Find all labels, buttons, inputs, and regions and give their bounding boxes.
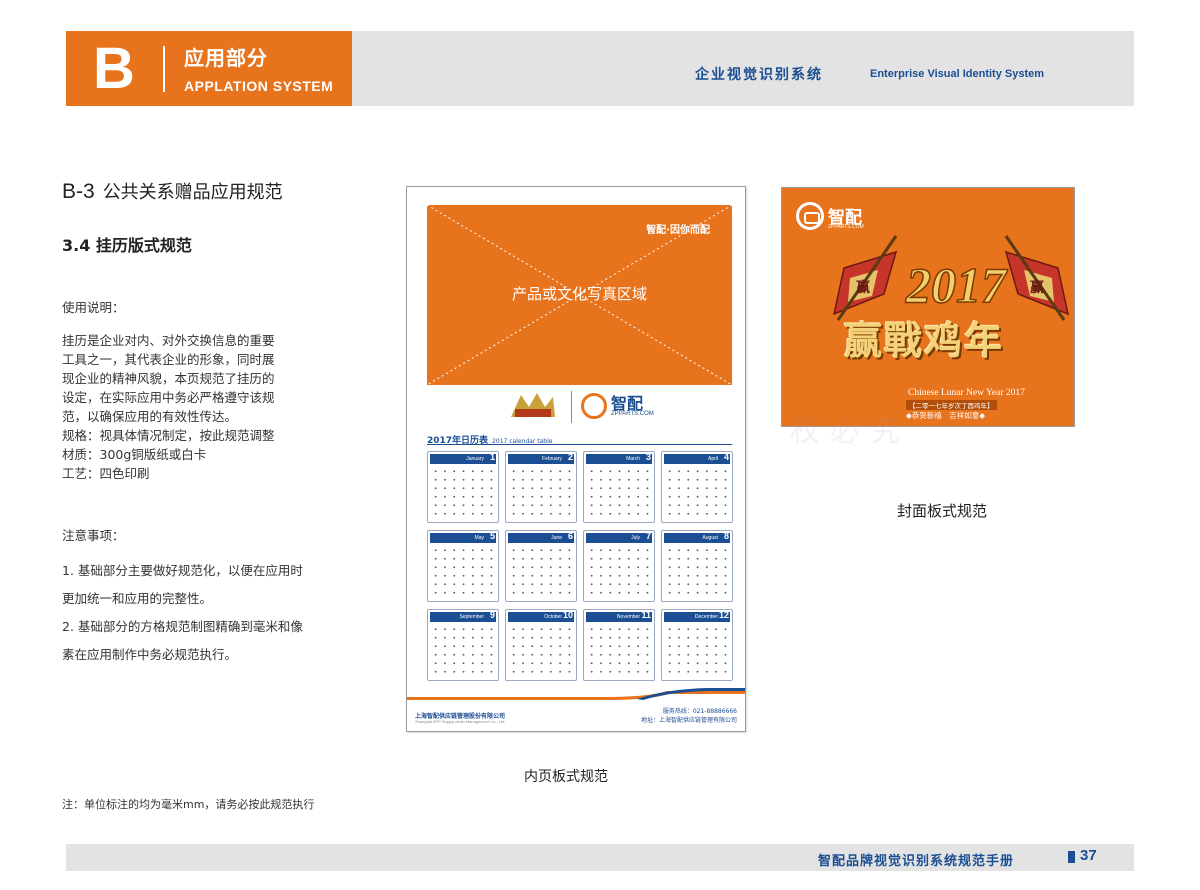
cover-caption: 封面板式规范 — [897, 502, 988, 520]
spec-line: 规格：视具体情况制定，按此规范调整 — [62, 428, 275, 443]
section-letter: B — [93, 36, 135, 101]
page-number: 37 — [1080, 847, 1097, 864]
brand-badge-icon — [581, 393, 607, 419]
cover-headline: 赢戰鸡年 — [844, 318, 1005, 363]
brand-badge-icon — [796, 202, 824, 230]
month-card: September 9 — [427, 609, 499, 681]
system-title-cn: 企业视觉识别系统 — [695, 67, 823, 83]
section-title: B-3 公共关系赠品应用规范 — [62, 178, 283, 204]
usage-line: 挂历是企业对内、对外交换信息的重要 — [62, 333, 275, 348]
flag-char-right: 赢 — [1030, 279, 1044, 296]
footnote: 注：单位标注的均为毫米mm，请务必按此规范执行 — [62, 798, 315, 811]
month-card: August 8 — [661, 530, 733, 602]
month-card: April 4 — [661, 451, 733, 523]
photo-area-label: 产品或文化写真区域 — [511, 285, 647, 303]
section-name-cn: 应用部分 — [184, 46, 268, 70]
month-card: February 2 — [505, 451, 577, 523]
photo-area: 智配·因你而配 产品或文化写真区域 — [427, 205, 732, 385]
cover-greeting: ◆恭贺新禧 吉祥如意◆ — [906, 411, 986, 420]
usage-paragraph: 挂历是企业对内、对外交换信息的重要 工具之一，其代表企业的形象，同时展 现企业的… — [62, 331, 275, 483]
spec-line: 工艺：四色印刷 — [62, 466, 150, 481]
calendar-logos: 智配 ZPPARTS.COM — [507, 387, 667, 427]
cover-logo-url: ZPPARTS.COM — [828, 224, 864, 230]
month-card: May 5 — [427, 530, 499, 602]
usage-line: 范，以确保应用的有效性传达。 — [62, 409, 238, 424]
cover-year-line: 【二零一七年岁次丁酉鸡年】 — [906, 400, 997, 410]
manual-title: 智配品牌视觉识别系统规范手册 — [818, 854, 1015, 869]
month-card: January 1 — [427, 451, 499, 523]
month-card: June 6 — [505, 530, 577, 602]
usage-line: 工具之一，其代表企业的形象，同时展 — [62, 352, 275, 367]
month-card: October 10 — [505, 609, 577, 681]
notes-list: 1. 基础部分主要做好规范化，以便在应用时 更加统一和应用的完整性。 2. 基础… — [62, 557, 303, 669]
cover-english-line: Chinese Lunar New Year 2017 — [908, 388, 1025, 398]
section-divider — [163, 46, 165, 92]
logo-divider — [571, 391, 572, 423]
calendar-inner-page: 智配·因你而配 产品或文化写真区域 智配 ZPPARTS.COM 2017年日历… — [406, 186, 746, 732]
month-card: March 3 — [583, 451, 655, 523]
section-name-en: APPLATION SYSTEM — [184, 78, 334, 94]
calendar-contact: 服务热线：021-88886666 地址：上海智配供应链管理有限公司 — [641, 707, 737, 725]
usage-line: 设定，在实际应用中务必严格遵守该规 — [62, 390, 275, 405]
new-year-emblem — [511, 393, 555, 417]
year-art: 2017 — [905, 257, 1008, 313]
note-line: 2. 基础部分的方格规范制图精确到毫米和像 — [62, 619, 303, 634]
page-subtitle: 3.4 挂历版式规范 — [62, 236, 192, 255]
section-title-text: 公共关系赠品应用规范 — [102, 182, 283, 203]
system-title-en: Enterprise Visual Identity System — [870, 68, 1045, 80]
month-card: November 11 — [583, 609, 655, 681]
month-card: December 12 — [661, 609, 733, 681]
hotline: 服务热线：021-88886666 — [662, 708, 737, 715]
inner-page-caption: 内页板式规范 — [524, 769, 608, 785]
address: 地址：上海智配供应链管理有限公司 — [640, 717, 737, 724]
calendar-slogan: 智配·因你而配 — [646, 225, 710, 236]
usage-heading: 使用说明： — [62, 300, 125, 315]
page-marker-icon — [1068, 851, 1075, 863]
note-line: 更加统一和应用的完整性。 — [62, 591, 213, 606]
watermark: 权必究 — [790, 414, 910, 449]
footer-stripe — [407, 688, 745, 700]
flag-char-left: 赢 — [856, 279, 870, 296]
company-name-en: Shanghai ZPP Supply chain Management Co.… — [415, 719, 506, 724]
note-line: 1. 基础部分主要做好规范化，以便在应用时 — [62, 563, 303, 578]
rooster-flags-art: 赢 赢 2017 — [832, 235, 1070, 321]
month-card: July 7 — [583, 530, 655, 602]
section-code: B-3 — [62, 180, 95, 203]
calendar-cover: 智配 ZPPARTS.COM 赢 赢 2017 赢戰鸡年 Chinese Lun… — [781, 187, 1075, 427]
notes-heading: 注意事项： — [62, 528, 125, 543]
usage-line: 现企业的精神风貌，本页规范了挂历的 — [62, 371, 275, 386]
calendar-title-rule — [427, 444, 732, 445]
spec-line: 材质：300g铜版纸或白卡 — [62, 447, 207, 462]
brand-logo-url: ZPPARTS.COM — [611, 411, 654, 417]
note-line: 素在应用制作中务必规范执行。 — [62, 647, 238, 662]
